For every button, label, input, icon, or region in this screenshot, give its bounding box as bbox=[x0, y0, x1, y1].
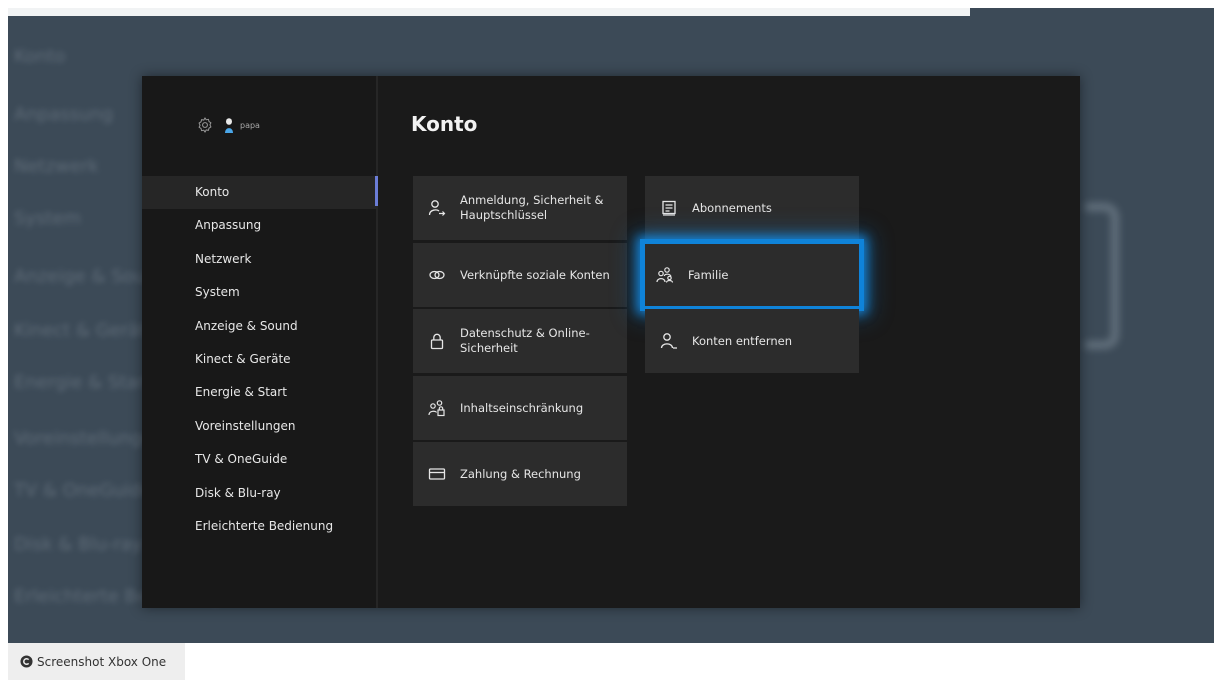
top-strip bbox=[8, 8, 970, 16]
sidebar-item-konto[interactable]: Konto bbox=[142, 176, 378, 210]
tile-anmeldung-sicherheit[interactable]: Anmeldung, Sicherheit & Hauptschlüssel bbox=[413, 176, 627, 240]
blurred-menu-item: Kinect & Geräte bbox=[14, 320, 158, 341]
blurred-menu-item: Energie & Start bbox=[14, 372, 152, 393]
person-key-icon bbox=[428, 200, 446, 216]
tile-inhaltseinschraenkung[interactable]: Inhaltseinschränkung bbox=[413, 376, 627, 440]
tile-label: Datenschutz & Online-Sicherheit bbox=[460, 326, 590, 355]
blurred-menu-item: Netzwerk bbox=[14, 156, 99, 177]
page-title: Konto bbox=[411, 112, 478, 136]
subscription-icon bbox=[662, 200, 676, 216]
blurred-menu-item: System bbox=[14, 208, 82, 229]
tile-label: Anmeldung, Sicherheit & Hauptschlüssel bbox=[460, 193, 604, 222]
xbox-settings-screen: papa Konto Anpassung Netzwerk System Anz… bbox=[142, 76, 1080, 608]
sidebar-item-erleichterte-bedienung[interactable]: Erleichterte Bedienung bbox=[142, 510, 378, 543]
lock-icon bbox=[430, 333, 444, 350]
tile-label: Familie bbox=[688, 267, 729, 282]
blurred-menu-item: Disk & Blu-ray bbox=[14, 534, 143, 555]
settings-nav: Konto Anpassung Netzwerk System Anzeige … bbox=[142, 176, 378, 543]
username: papa bbox=[240, 120, 260, 130]
card-icon bbox=[428, 468, 446, 480]
caption-text: Screenshot Xbox One bbox=[37, 654, 167, 669]
sidebar-item-energie-start[interactable]: Energie & Start bbox=[142, 376, 378, 409]
tile-label: Abonnements bbox=[692, 200, 772, 215]
tile-label: Konten entfernen bbox=[692, 333, 792, 348]
blurred-menu-item: Konto bbox=[14, 46, 66, 67]
sidebar: papa Konto Anpassung Netzwerk System Anz… bbox=[142, 76, 378, 608]
copyright-icon bbox=[20, 655, 33, 668]
gear-icon[interactable] bbox=[196, 116, 214, 134]
tile-zahlung-rechnung[interactable]: Zahlung & Rechnung bbox=[413, 442, 627, 506]
link-icon bbox=[429, 270, 445, 280]
tile-abonnements[interactable]: Abonnements bbox=[645, 176, 859, 240]
tile-familie[interactable]: Familie bbox=[640, 239, 864, 311]
tile-label: Zahlung & Rechnung bbox=[460, 466, 581, 481]
sidebar-item-system[interactable]: System bbox=[142, 276, 378, 309]
sidebar-item-kinect-geraete[interactable]: Kinect & Geräte bbox=[142, 343, 378, 376]
blurred-bracket-shape bbox=[1085, 203, 1119, 349]
tile-label: Inhaltseinschränkung bbox=[460, 400, 584, 415]
family-icon bbox=[656, 267, 674, 283]
sidebar-item-netzwerk[interactable]: Netzwerk bbox=[142, 243, 378, 276]
sidebar-item-voreinstellungen[interactable]: Voreinstellungen bbox=[142, 410, 378, 443]
blurred-menu-item: TV & OneGuide bbox=[14, 480, 153, 501]
tile-label: Verknüpfte soziale Konten bbox=[460, 267, 610, 282]
profile-header: papa bbox=[196, 116, 260, 134]
sidebar-item-tv-oneguide[interactable]: TV & OneGuide bbox=[142, 443, 378, 476]
sidebar-item-anpassung[interactable]: Anpassung bbox=[142, 209, 378, 242]
tile-verknuepfte-konten[interactable]: Verknüpfte soziale Konten bbox=[413, 243, 627, 307]
people-lock-icon bbox=[428, 400, 445, 417]
tile-konten-entfernen[interactable]: Konten entfernen bbox=[645, 309, 859, 373]
screenshot-caption: Screenshot Xbox One bbox=[8, 643, 185, 680]
person-remove-icon bbox=[660, 333, 677, 349]
blurred-menu-item: Anpassung bbox=[14, 104, 114, 125]
sidebar-item-anzeige-sound[interactable]: Anzeige & Sound bbox=[142, 310, 378, 343]
sidebar-item-disk-bluray[interactable]: Disk & Blu-ray bbox=[142, 477, 378, 510]
tile-datenschutz[interactable]: Datenschutz & Online-Sicherheit bbox=[413, 309, 627, 373]
avatar-icon[interactable] bbox=[224, 117, 234, 133]
